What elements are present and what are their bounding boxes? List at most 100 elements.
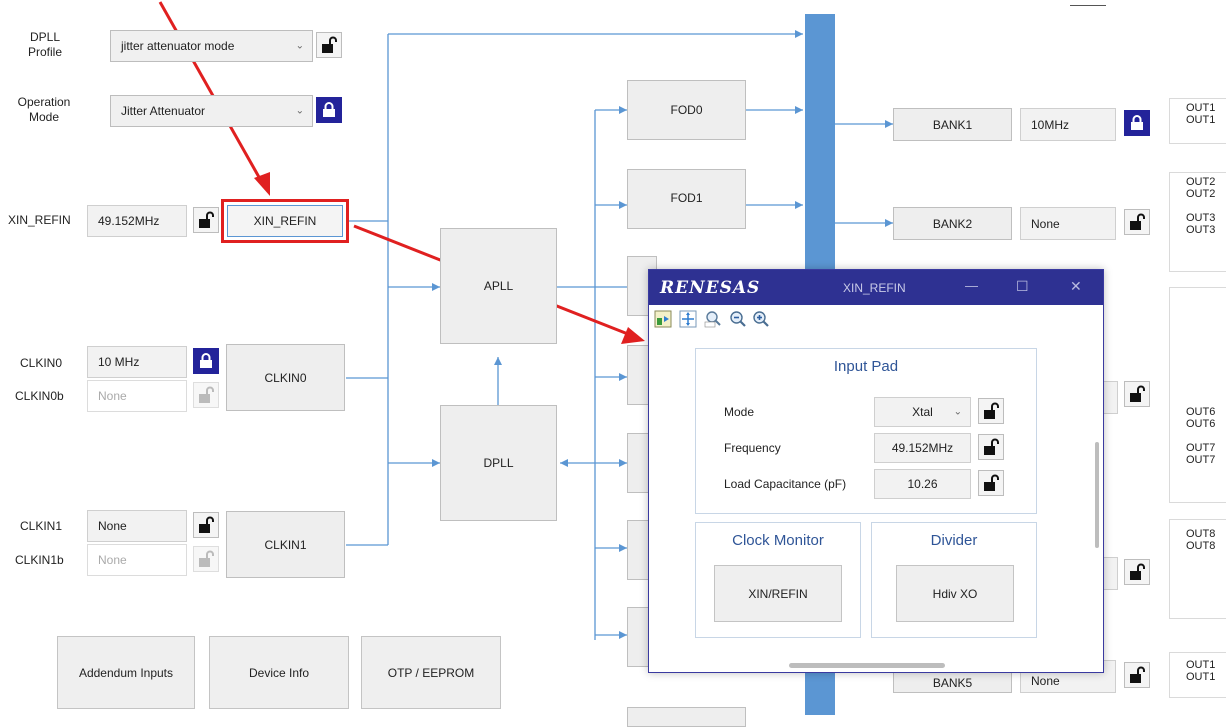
- unlock-icon[interactable]: [316, 32, 342, 58]
- output-label: OUT8: [1186, 540, 1216, 552]
- bank1-block[interactable]: BANK1: [893, 108, 1012, 141]
- lock-icon[interactable]: [193, 348, 219, 374]
- bank2-frequency[interactable]: None: [1020, 207, 1116, 240]
- lock-icon[interactable]: [316, 97, 342, 123]
- clkin0-label: CLKIN0: [20, 356, 63, 370]
- load-capacitance-label: Load Capacitance (pF): [724, 477, 847, 491]
- renesas-logo: RENESAS: [660, 278, 761, 298]
- dropdown-arrow-icon: ⌄: [953, 406, 962, 418]
- unlock-icon: [193, 382, 219, 408]
- apll-block[interactable]: APLL: [440, 228, 557, 344]
- output-label: OUT1: [1186, 671, 1216, 683]
- mode-label: Mode: [724, 405, 755, 419]
- bank2-block[interactable]: BANK2: [893, 207, 1012, 240]
- horizontal-scrollbar[interactable]: [789, 663, 945, 668]
- hdiv-xo-button[interactable]: Hdiv XO: [896, 565, 1014, 622]
- zoom-in-icon[interactable]: [752, 310, 770, 328]
- dpll-profile-select[interactable]: jitter attenuator mode ⌄: [110, 30, 313, 62]
- clkin1-block[interactable]: CLKIN1: [226, 511, 345, 578]
- output-label: OUT3: [1186, 224, 1216, 236]
- clkin0-frequency[interactable]: 10 MHz: [87, 346, 187, 378]
- fod0-block[interactable]: FOD0: [627, 80, 746, 140]
- clkin1-frequency[interactable]: None: [87, 510, 187, 542]
- lock-icon[interactable]: [1124, 110, 1150, 136]
- dpll-profile-label: DPLL Profile: [27, 30, 62, 59]
- frequency-field[interactable]: 49.152MHz: [874, 433, 971, 463]
- top-link-fragment: [1070, 0, 1106, 6]
- xin-refin-frequency[interactable]: 49.152MHz: [87, 205, 187, 237]
- unlock-icon[interactable]: [978, 470, 1004, 496]
- zoom-out-icon[interactable]: [729, 310, 747, 328]
- clkin1b-frequency: None: [87, 544, 187, 576]
- unlock-icon[interactable]: [1124, 662, 1150, 688]
- unlock-icon[interactable]: [978, 434, 1004, 460]
- close-icon[interactable]: ✕: [1070, 278, 1082, 295]
- load-capacitance-field[interactable]: 10.26: [874, 469, 971, 499]
- dialog-toolbar: [649, 305, 1103, 333]
- zoom-100-icon[interactable]: [704, 310, 722, 328]
- device-info-button[interactable]: Device Info: [209, 636, 349, 709]
- xin-refin-monitor-button[interactable]: XIN/REFIN: [714, 565, 842, 622]
- vertical-scrollbar[interactable]: [1095, 442, 1099, 548]
- mode-select[interactable]: Xtal ⌄: [874, 397, 971, 427]
- output-group-5[interactable]: OUT1 OUT1: [1169, 652, 1226, 698]
- bank4-frequency[interactable]: [1102, 557, 1118, 590]
- minimize-icon[interactable]: —: [965, 278, 978, 293]
- output-group-3[interactable]: OUT6 OUT6 OUT7 OUT7: [1169, 287, 1226, 503]
- maximize-icon[interactable]: ☐: [1016, 278, 1029, 295]
- mode-value: Xtal: [912, 405, 933, 419]
- input-pad-group: Input Pad Mode Xtal ⌄ Frequency 49.152MH…: [695, 348, 1037, 514]
- output-group-2[interactable]: OUT2 OUT2 OUT3 OUT3: [1169, 172, 1226, 272]
- xin-refin-highlight: XIN_REFIN: [221, 199, 349, 243]
- fod7-block[interactable]: [627, 707, 746, 727]
- xin-refin-dialog: RENESAS XIN_REFIN — ☐ ✕ Input Pad Mode X…: [648, 269, 1104, 673]
- clkin0-block[interactable]: CLKIN0: [226, 344, 345, 411]
- output-label: OUT2: [1186, 188, 1216, 200]
- bank1-frequency[interactable]: 10MHz: [1020, 108, 1116, 141]
- dialog-title: XIN_REFIN: [843, 281, 906, 295]
- addendum-inputs-button[interactable]: Addendum Inputs: [57, 636, 195, 709]
- dropdown-arrow-icon: ⌄: [295, 105, 304, 117]
- unlock-icon: [193, 546, 219, 572]
- unlock-icon[interactable]: [193, 512, 219, 538]
- output-label: OUT2: [1186, 176, 1216, 188]
- output-label: OUT7: [1186, 454, 1216, 466]
- frequency-label: Frequency: [724, 441, 781, 455]
- unlock-icon[interactable]: [978, 398, 1004, 424]
- fit-icon[interactable]: [654, 310, 672, 328]
- clkin1-label: CLKIN1: [20, 519, 63, 533]
- input-pad-title: Input Pad: [833, 358, 899, 375]
- output-label: OUT3: [1186, 212, 1216, 224]
- xin-refin-label: XIN_REFIN: [8, 213, 71, 227]
- pan-icon[interactable]: [679, 310, 697, 328]
- clkin0b-frequency: None: [87, 380, 187, 412]
- unlock-icon[interactable]: [193, 207, 219, 233]
- dialog-title-bar[interactable]: RENESAS XIN_REFIN — ☐ ✕: [649, 270, 1103, 305]
- clkin1b-label: CLKIN1b: [15, 553, 64, 567]
- unlock-icon[interactable]: [1124, 381, 1150, 407]
- dpll-block[interactable]: DPLL: [440, 405, 557, 521]
- dropdown-arrow-icon: ⌄: [295, 40, 304, 52]
- operation-mode-select[interactable]: Jitter Attenuator ⌄: [110, 95, 313, 127]
- fod1-block[interactable]: FOD1: [627, 169, 746, 229]
- output-label: OUT1: [1186, 114, 1216, 126]
- clkin0b-label: CLKIN0b: [15, 389, 64, 403]
- xin-refin-block[interactable]: XIN_REFIN: [227, 205, 343, 237]
- output-label: OUT8: [1186, 528, 1216, 540]
- clock-monitor-group: Clock Monitor XIN/REFIN: [695, 522, 861, 638]
- divider-group: Divider Hdiv XO: [871, 522, 1037, 638]
- output-group-4[interactable]: OUT8 OUT8: [1169, 519, 1226, 619]
- output-group-1[interactable]: OUT1 OUT1: [1169, 98, 1226, 144]
- output-label: OUT1: [1186, 659, 1216, 671]
- unlock-icon[interactable]: [1124, 559, 1150, 585]
- output-label: OUT1: [1186, 102, 1216, 114]
- bank3-frequency[interactable]: [1102, 381, 1118, 414]
- clock-monitor-title: Clock Monitor: [732, 532, 824, 549]
- output-label: OUT6: [1186, 406, 1216, 418]
- output-label: OUT6: [1186, 418, 1216, 430]
- otp-eeprom-button[interactable]: OTP / EEPROM: [361, 636, 501, 709]
- output-label: OUT7: [1186, 442, 1216, 454]
- dpll-profile-value: jitter attenuator mode: [121, 39, 235, 53]
- divider-title: Divider: [930, 532, 978, 549]
- unlock-icon[interactable]: [1124, 209, 1150, 235]
